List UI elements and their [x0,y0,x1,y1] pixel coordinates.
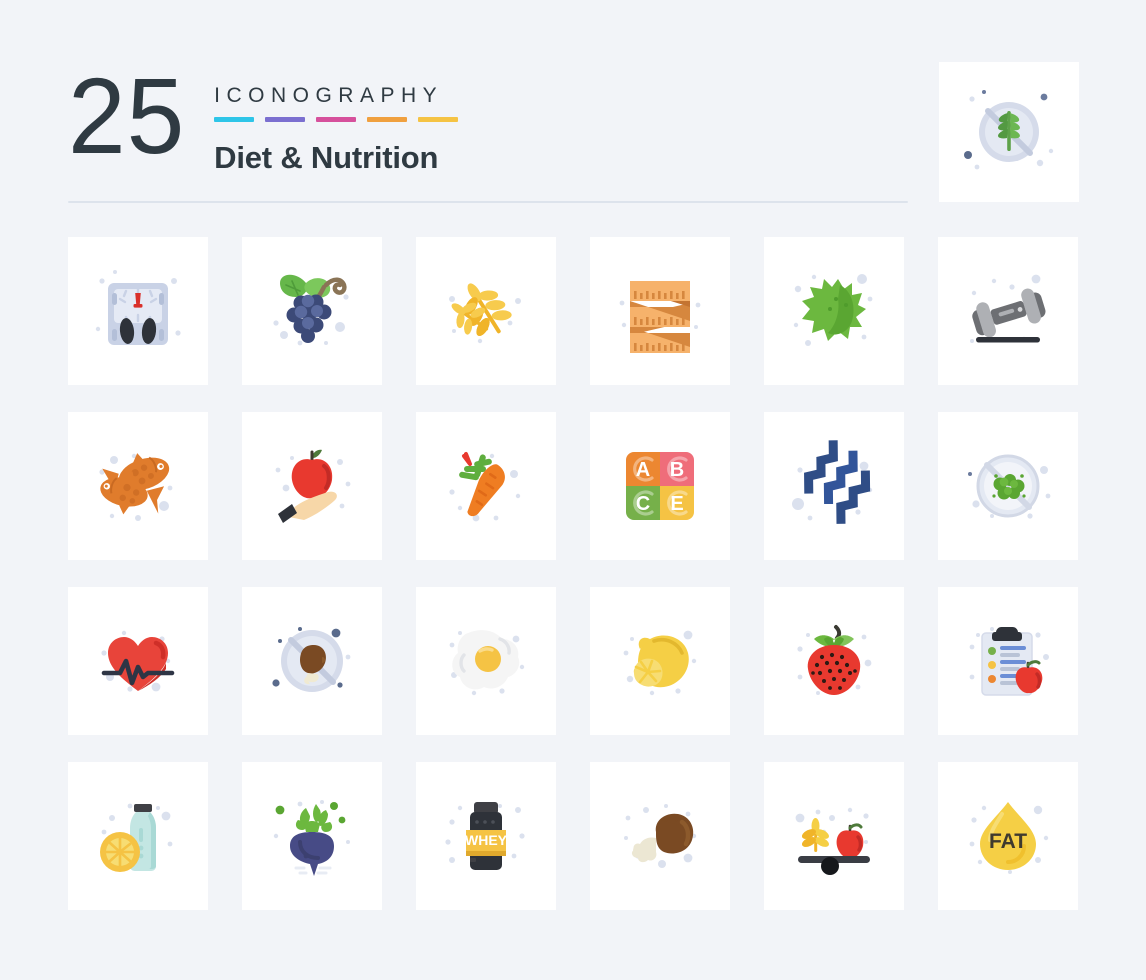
bar-purple [265,117,306,122]
icon-grid: A B C E WHEY FAT [68,237,1078,910]
heartbeat-icon [101,630,175,692]
balanced-diet-icon [795,807,870,875]
tile-fried-egg[interactable] [416,587,556,735]
tile-apple-in-hand[interactable] [242,412,382,560]
tile-beetroot[interactable] [242,762,382,910]
header-inner: 25 ICONOGRAPHY Diet & Nutrition [68,55,459,176]
bar-orange [367,117,408,122]
protein-helix-icon [792,440,873,524]
tile-fat-drop[interactable]: FAT [938,762,1078,910]
tile-strawberry[interactable] [764,587,904,735]
gluten-free-icon [964,90,1054,170]
tile-lemon-water[interactable] [68,762,208,910]
tile-no-meat[interactable] [242,587,382,735]
tile-weight-scale[interactable] [68,237,208,385]
tile-wheat[interactable] [416,237,556,385]
kicker-iconography: ICONOGRAPHY [214,84,444,107]
color-bars [214,117,459,122]
lemon-icon [623,630,697,696]
page-title: Diet & Nutrition [214,140,439,175]
tile-no-vegetables[interactable] [938,412,1078,560]
no-meat-icon [272,627,351,692]
tile-lettuce[interactable] [764,237,904,385]
fat-label: FAT [989,830,1027,853]
vitamins-icon: A B C E [626,452,694,520]
measuring-tape-icon [619,281,701,353]
title-block: ICONOGRAPHY Diet & Nutrition [214,62,459,176]
tile-measuring-tape[interactable] [590,237,730,385]
fried-egg-icon [449,630,525,696]
apple-in-hand-icon [275,449,351,523]
strawberry-icon [797,625,872,695]
vitamin-c-letter: C [636,493,650,515]
beetroot-icon [273,800,350,876]
icon-count: 25 [68,55,186,176]
drumstick-icon [624,804,697,868]
no-vegetables-icon [968,454,1051,519]
diet-plan-icon [969,627,1049,696]
carrot-icon [449,452,521,522]
tile-dumbbell[interactable] [938,237,1078,385]
tile-carrot[interactable] [416,412,556,560]
tile-drumstick[interactable] [590,762,730,910]
tile-vitamins[interactable]: A B C E [590,412,730,560]
vitamin-e-letter: E [670,493,683,515]
bar-cyan [214,117,255,122]
weight-scale-icon [95,270,181,345]
lettuce-icon [793,274,873,346]
dumbbell-icon [970,274,1046,343]
featured-tile[interactable] [939,62,1079,202]
tile-balanced-diet[interactable] [764,762,904,910]
tile-diet-plan[interactable] [938,587,1078,735]
bar-yellow [418,117,459,122]
tile-whey-protein[interactable]: WHEY [416,762,556,910]
icon-pack-preview: 25 ICONOGRAPHY Diet & Nutrition A B C E … [0,0,1146,980]
vitamin-b-letter: B [670,459,684,481]
tile-protein-helix[interactable] [764,412,904,560]
tile-grapes[interactable] [242,237,382,385]
whey-protein-icon: WHEY [445,802,525,870]
tile-lemon[interactable] [590,587,730,735]
lemon-water-icon [100,803,173,872]
bar-pink [316,117,357,122]
grapes-icon [273,274,349,346]
fat-drop-icon: FAT [969,802,1049,874]
header-divider [68,201,908,203]
wheat-icon [449,283,521,344]
tile-fish[interactable] [68,412,208,560]
whey-label: WHEY [465,832,508,848]
fish-icon [99,453,173,521]
tile-heartbeat[interactable] [68,587,208,735]
vitamin-a-letter: A [636,459,650,481]
